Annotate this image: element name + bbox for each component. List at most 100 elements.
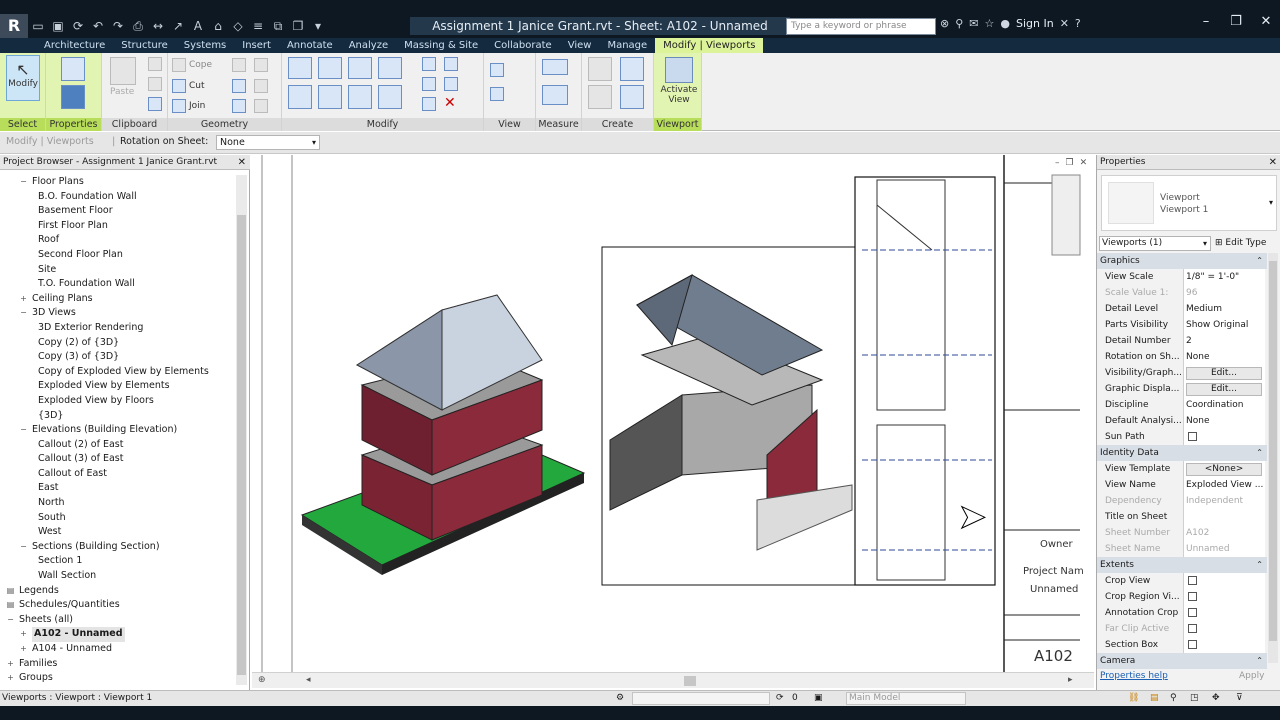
join-button[interactable]: Join [172,99,205,113]
property-value[interactable] [1183,573,1265,589]
tree-item[interactable]: Second Floor Plan [0,248,234,263]
close-icon[interactable]: ✕ [1258,14,1274,29]
expand-toggle-icon[interactable]: − [19,540,28,555]
tree-item[interactable]: − Elevations (Building Elevation) [0,423,234,438]
horizontal-scrollbar[interactable]: ⊕ ◂ ▸ [252,672,1094,688]
tree-item[interactable]: + Groups [0,671,234,686]
override-graphics-icon[interactable] [490,87,504,101]
collapse-icon[interactable]: ⌃ [1256,557,1263,573]
tree-item[interactable]: − Sheets (all) [0,613,234,628]
open-icon[interactable]: ▭ [30,18,46,34]
scrollbar-thumb[interactable] [1269,261,1277,641]
property-checkbox[interactable] [1188,608,1197,617]
property-checkbox[interactable] [1188,640,1197,649]
tree-item[interactable]: South [0,511,234,526]
worksets-select[interactable] [632,692,770,705]
property-value[interactable]: Show Original [1183,317,1265,333]
tree-item[interactable]: Callout of East [0,467,234,482]
tree-item[interactable]: Site [0,263,234,278]
array-icon[interactable] [422,77,436,91]
app-menu-button[interactable]: R [0,14,28,38]
property-edit-button[interactable]: Edit... [1186,367,1262,380]
cut-button[interactable]: Cut [172,79,205,93]
minimize-icon[interactable]: – [1055,158,1060,168]
close-hidden-icon[interactable]: ⧉ [270,18,286,34]
collapse-icon[interactable]: ⌃ [1256,253,1263,269]
property-group[interactable]: Camera ⌃ [1097,653,1267,669]
tab-collaborate[interactable]: Collaborate [486,38,560,53]
save-icon[interactable]: ▣ [50,18,66,34]
property-value[interactable] [1183,589,1265,605]
tree-item[interactable]: Callout (2) of East [0,438,234,453]
property-value[interactable]: Edit... [1183,365,1265,381]
expand-toggle-icon[interactable]: + [6,657,15,672]
tree-item[interactable]: + Families [0,657,234,672]
panel-label-select[interactable]: Select [0,118,45,131]
wall-joins-icon[interactable] [232,79,246,93]
property-checkbox[interactable] [1188,432,1197,441]
hide-in-view-icon[interactable] [490,63,504,77]
create-group-icon[interactable] [588,57,612,81]
exchange-icon[interactable]: ✕ [1060,17,1069,30]
filter-icon[interactable]: ⊽ [1236,691,1243,706]
rotation-select[interactable]: None ▾ [216,135,320,150]
property-value[interactable]: <None> [1183,461,1265,477]
user-icon[interactable]: ● [1000,17,1010,30]
property-value[interactable]: 2 [1183,333,1265,349]
restore-icon[interactable]: ❐ [1066,158,1074,168]
exploded-elements-viewport[interactable] [601,246,856,586]
switch-windows-icon[interactable]: ❐ [290,18,306,34]
scrollbar-thumb[interactable] [684,676,696,686]
select-pinned-icon[interactable]: ⚲ [1170,691,1177,706]
tree-item[interactable]: East [0,481,234,496]
property-value[interactable] [1183,605,1265,621]
subscription-icon[interactable]: ⚲ [955,17,963,30]
expand-toggle-icon[interactable]: + [19,642,28,657]
design-option-select[interactable]: Main Model [846,692,966,705]
move-icon[interactable] [288,85,312,109]
offset-icon[interactable] [318,57,342,79]
tab-analyze[interactable]: Analyze [341,38,396,53]
create-parts-icon[interactable] [588,85,612,109]
tree-item[interactable]: ▤ Schedules/Quantities [0,598,234,613]
tree-item[interactable]: Wall Section [0,569,234,584]
property-value[interactable]: None [1183,349,1265,365]
tree-item[interactable]: Copy (2) of {3D} [0,336,234,351]
copy-tool-icon[interactable] [148,77,162,91]
property-value[interactable]: Medium [1183,301,1265,317]
binoculars-icon[interactable]: ⊗ [940,17,949,30]
property-checkbox[interactable] [1188,576,1197,585]
close-icon[interactable]: ✕ [1080,158,1088,168]
tree-item[interactable]: ▤ Legends [0,584,234,599]
delete-icon[interactable]: ✕ [444,95,456,111]
dimension-icon[interactable]: ↗ [170,18,186,34]
property-value[interactable]: Exploded View ... [1183,477,1265,493]
create-assembly-icon[interactable] [620,85,644,109]
design-options-icon[interactable]: ▣ [814,691,823,706]
tree-item[interactable]: First Floor Plan [0,219,234,234]
tree-item[interactable]: − Sections (Building Section) [0,540,234,555]
property-group[interactable]: Identity Data ⌃ [1097,445,1267,461]
tab-annotate[interactable]: Annotate [279,38,341,53]
tab-insert[interactable]: Insert [234,38,279,53]
measure-icon[interactable]: ↔ [150,18,166,34]
mirror-draw-icon[interactable] [378,57,402,79]
rotate-icon[interactable] [348,85,372,109]
tree-item[interactable]: −3D Views [0,306,234,321]
tab-architecture[interactable]: Architecture [36,38,113,53]
apply-button[interactable]: Apply [1239,671,1264,681]
demolish-icon[interactable] [254,79,268,93]
redo-icon[interactable]: ↷ [110,18,126,34]
expand-toggle-icon[interactable]: − [19,306,28,321]
sheet-canvas[interactable]: Owner Project Nam Unnamed A102 – ❐ ✕ ➤ [252,155,1094,672]
tree-item[interactable]: West [0,525,234,540]
tree-item[interactable]: Exploded View by Floors [0,394,234,409]
exploded-floors-model[interactable] [300,294,586,575]
expand-toggle-icon[interactable]: + [19,292,28,307]
tree-item[interactable]: North [0,496,234,511]
select-links-icon[interactable]: ⛓ [1128,691,1139,706]
instance-filter-select[interactable]: Viewports (1) ▾ [1099,236,1211,251]
3d-view-icon[interactable]: ⌂ [210,18,226,34]
cope-button[interactable]: Cope [172,58,212,72]
paste-icon[interactable] [110,57,136,85]
